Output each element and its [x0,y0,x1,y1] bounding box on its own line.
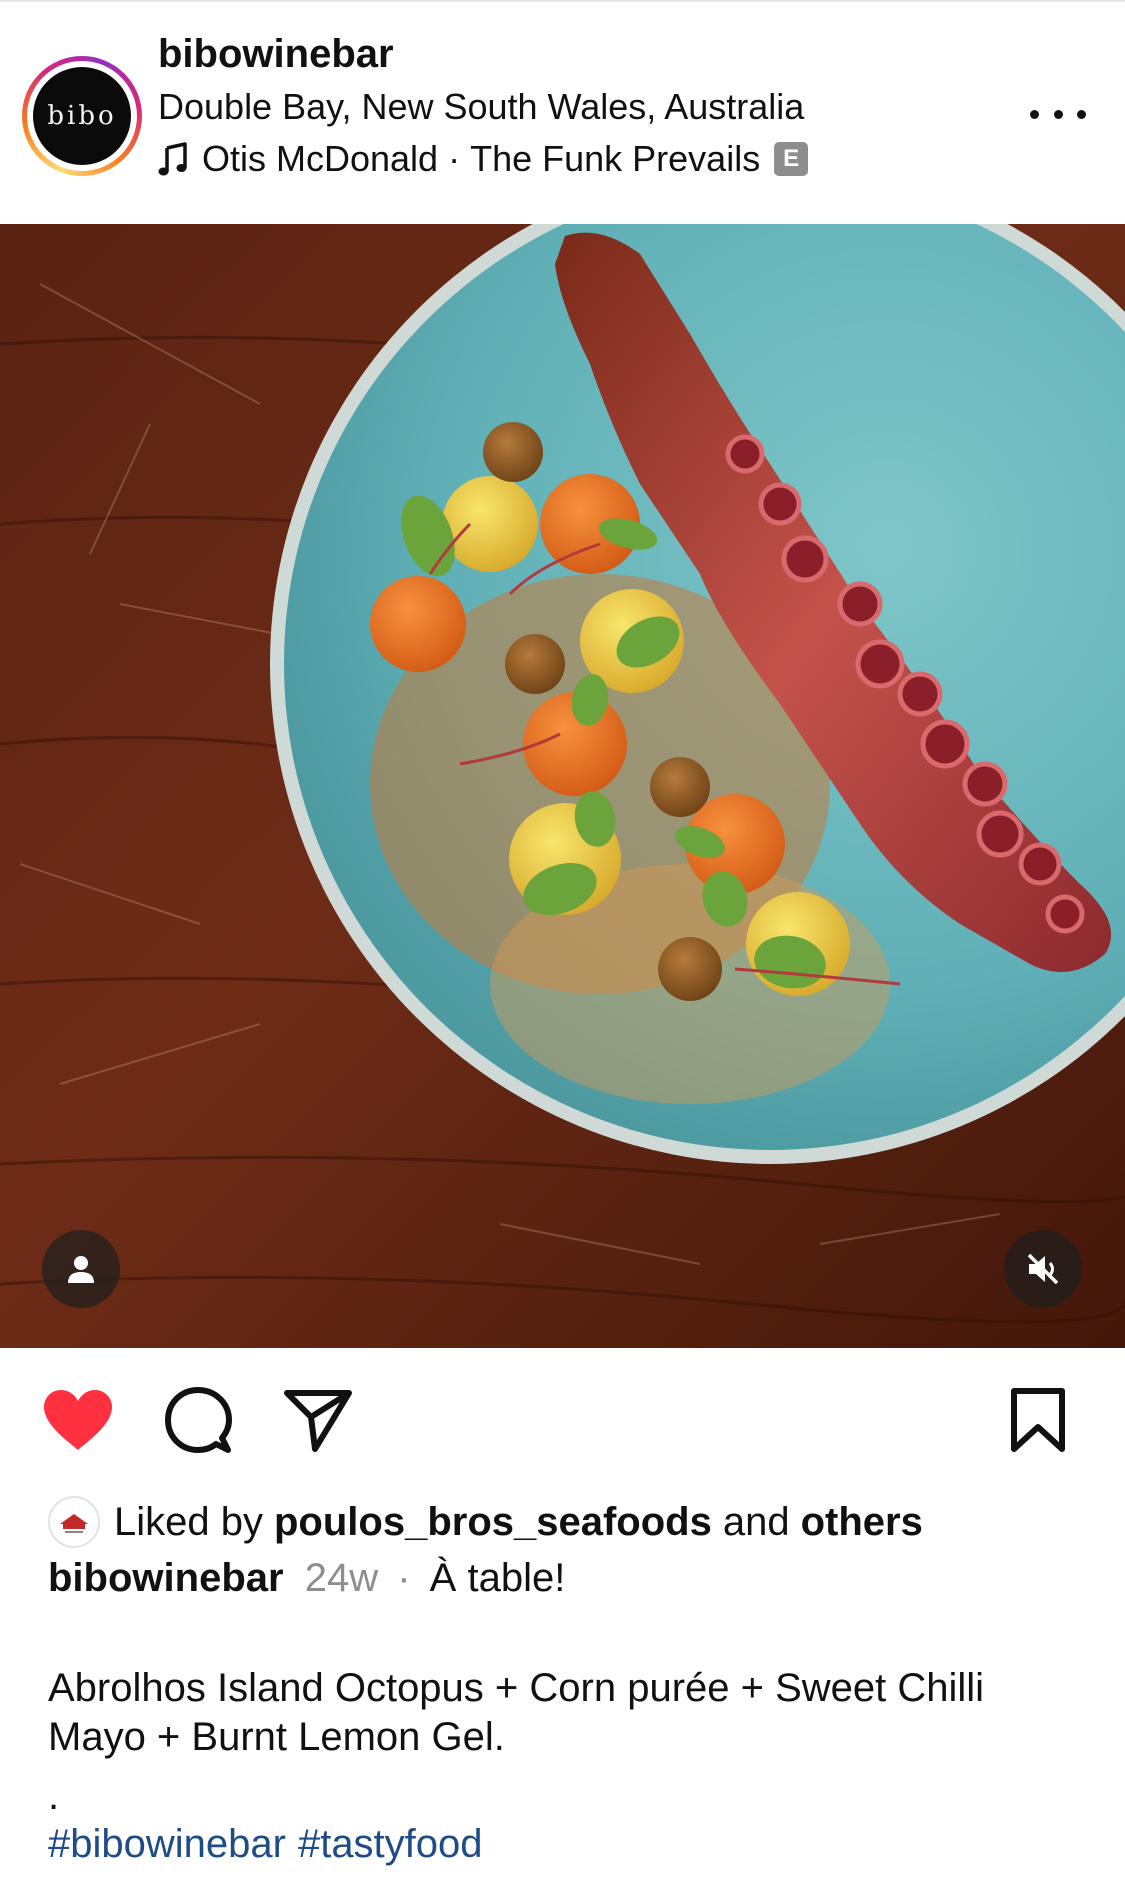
likes-summary[interactable]: Liked by poulos_bros_seafoods and others [48,1494,923,1550]
post-location[interactable]: Double Bay, New South Wales, Australia [158,86,804,128]
audio-track: The Funk Prevails [470,138,761,179]
caption-hashtags: #bibowinebar #tastyfood [48,1822,483,1867]
caption-dot: . [48,1774,60,1818]
liker-avatar[interactable] [48,1496,100,1548]
caption-age: 24w [304,1556,379,1600]
comment-button[interactable] [158,1380,238,1460]
food-photo-illustration [0,224,1125,1348]
likes-others[interactable]: others [801,1500,923,1545]
more-dot [1077,109,1086,119]
more-dot [1053,109,1063,119]
like-button[interactable] [38,1380,118,1460]
caption-body: Abrolhos Island Octopus + Corn purée + S… [48,1666,985,1759]
hashtag-link[interactable]: #bibowinebar [48,1822,286,1867]
explicit-badge: E [774,142,809,176]
comment-bubble-icon [165,1387,232,1453]
share-button[interactable] [278,1380,358,1460]
speaker-muted-icon [1027,1253,1059,1285]
post-header: bibo bibowinebar Double Bay, New South W… [0,2,1125,224]
likes-user[interactable]: poulos_bros_seafoods [274,1500,712,1545]
heart-filled-icon [44,1390,112,1450]
avatar-logo: bibo [33,67,131,165]
poulos-bros-logo-icon [60,1514,88,1533]
bookmark-icon [1011,1388,1065,1452]
save-button[interactable] [998,1380,1078,1460]
audio-attribution[interactable]: Otis McDonald · The Funk Prevails E [158,136,809,182]
paper-plane-icon [284,1390,352,1452]
caption-title: À table! [429,1556,566,1600]
profile-avatar[interactable]: bibo [22,56,142,176]
avatar-logo-text: bibo [47,101,117,131]
mute-toggle-button[interactable] [1004,1230,1082,1308]
likes-conjunction: and [722,1499,790,1544]
more-horizontal-icon [1030,109,1039,119]
hashtag-link[interactable]: #tastyfood [298,1822,483,1867]
caption-header: bibowinebar 24w · À table! [48,1556,565,1601]
post-photo[interactable] [0,224,1125,1348]
caption-username[interactable]: bibowinebar [48,1556,284,1600]
tagged-users-button[interactable] [42,1230,120,1308]
post-actions-bar [0,1380,1125,1460]
audio-artist: Otis McDonald [202,138,439,179]
user-tag-icon [68,1256,94,1283]
caption-separator: · [397,1556,411,1600]
post-username[interactable]: bibowinebar [158,32,394,77]
music-note-icon [158,142,187,176]
audio-separator: · [448,138,461,179]
more-options-button[interactable] [1030,94,1086,134]
likes-prefix: Liked by [114,1499,263,1544]
